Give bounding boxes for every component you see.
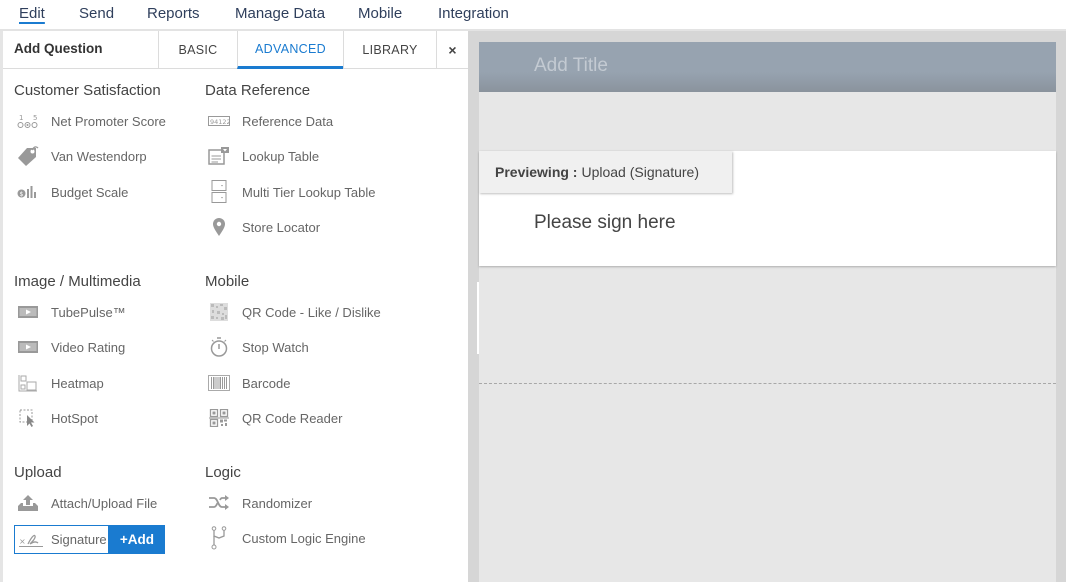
category-heading-image-multimedia: Image / Multimedia: [14, 273, 141, 290]
question-type-qr-code-like-dislike[interactable]: QR Code - Like / Dislike: [208, 299, 381, 325]
nav-reports[interactable]: Reports: [147, 5, 200, 22]
question-type-reference-data[interactable]: 94122 Reference Data: [208, 108, 333, 134]
logic-branch-icon: [208, 526, 230, 550]
shuffle-icon: [208, 493, 230, 513]
question-type-label: Randomizer: [242, 495, 313, 511]
svg-text:×: ×: [19, 537, 26, 546]
question-type-label: Multi Tier Lookup Table: [242, 184, 376, 200]
question-type-label: Stop Watch: [242, 339, 309, 355]
nav-integration[interactable]: Integration: [438, 5, 509, 22]
question-type-van-westendorp[interactable]: Van Westendorp: [17, 143, 147, 169]
close-panel-button[interactable]: ×: [436, 31, 468, 69]
svg-text:1: 1: [19, 114, 23, 122]
top-navigation: Edit Send Reports Manage Data Mobile Int…: [0, 0, 1066, 31]
question-type-label: Van Westendorp: [51, 148, 147, 164]
question-type-hotspot[interactable]: HotSpot: [17, 405, 98, 431]
previewing-badge: Previewing : Upload (Signature): [479, 151, 732, 193]
category-heading-mobile: Mobile: [205, 273, 250, 290]
question-type-net-promoter-score[interactable]: 15 Net Promoter Score: [17, 108, 166, 134]
question-type-stop-watch[interactable]: Stop Watch: [208, 334, 309, 360]
question-type-label: HotSpot: [51, 410, 98, 426]
question-type-label: QR Code - Like / Dislike: [242, 304, 381, 320]
question-type-barcode[interactable]: Barcode: [208, 370, 290, 396]
category-heading-data-reference: Data Reference: [205, 82, 311, 99]
map-pin-icon: [208, 217, 230, 237]
survey-title-placeholder[interactable]: Add Title: [534, 55, 608, 77]
hotspot-icon: [17, 408, 39, 428]
reference-data-icon: 94122: [208, 111, 230, 131]
question-type-tubepulse[interactable]: TubePulse™: [17, 299, 126, 325]
survey-preview-area: Add Title Previewing : Upload (Signature…: [468, 31, 1066, 582]
nav-edit[interactable]: Edit: [19, 5, 45, 22]
question-type-label: Signature: [51, 532, 107, 547]
question-type-randomizer[interactable]: Randomizer: [208, 490, 312, 516]
question-type-label: QR Code Reader: [242, 410, 343, 426]
question-type-label: Net Promoter Score: [51, 113, 166, 129]
svg-text:$: $: [20, 191, 24, 198]
question-type-signature[interactable]: × Signature: [14, 525, 109, 554]
panel-tabbar: Add Question BASIC ADVANCED LIBRARY ×: [3, 31, 468, 69]
question-preview-card[interactable]: Previewing : Upload (Signature) Please s…: [479, 151, 1056, 266]
barcode-icon: [208, 373, 230, 393]
previewing-label: Previewing :: [495, 164, 578, 180]
tab-advanced[interactable]: ADVANCED: [237, 31, 343, 69]
question-type-qr-code-reader[interactable]: QR Code Reader: [208, 405, 342, 431]
question-type-custom-logic-engine[interactable]: Custom Logic Engine: [208, 525, 366, 551]
question-type-label: Video Rating: [51, 339, 126, 355]
category-heading-logic: Logic: [205, 464, 241, 481]
panel-title: Add Question: [14, 41, 103, 56]
question-type-label: Reference Data: [242, 113, 334, 129]
previewing-value: Upload (Signature): [581, 164, 699, 180]
nav-mobile[interactable]: Mobile: [358, 5, 402, 22]
budget-scale-icon: $: [17, 182, 39, 202]
survey-title-bar[interactable]: Add Title: [479, 42, 1056, 92]
question-type-label: Barcode: [242, 375, 291, 391]
question-type-budget-scale[interactable]: $ Budget Scale: [17, 179, 128, 205]
question-type-label: Custom Logic Engine: [242, 530, 366, 546]
video-icon: [17, 302, 39, 322]
question-type-label: TubePulse™: [51, 304, 126, 320]
question-type-label: Lookup Table: [242, 148, 320, 164]
video-icon: [17, 337, 39, 357]
category-heading-customer-satisfaction: Customer Satisfaction: [14, 82, 161, 99]
question-type-video-rating[interactable]: Video Rating: [17, 334, 125, 360]
drag-indicator: [477, 282, 479, 354]
category-heading-upload: Upload: [14, 464, 62, 481]
question-type-label: Attach/Upload File: [51, 495, 158, 511]
question-type-heatmap[interactable]: Heatmap: [17, 370, 104, 396]
nav-send[interactable]: Send: [79, 5, 114, 22]
upload-icon: [17, 493, 39, 513]
qr-code-icon: [208, 302, 230, 322]
heatmap-icon: [17, 373, 39, 393]
close-icon: ×: [448, 42, 457, 58]
nps-icon: 15: [17, 111, 39, 131]
tab-basic[interactable]: BASIC: [158, 31, 237, 69]
qr-reader-icon: [208, 408, 230, 428]
question-type-label: Heatmap: [51, 375, 104, 391]
price-tag-icon: [17, 146, 39, 166]
lookup-table-icon: [208, 146, 230, 166]
question-type-store-locator[interactable]: Store Locator: [208, 214, 320, 240]
question-type-attach-upload-file[interactable]: Attach/Upload File: [17, 490, 157, 516]
svg-text:94122: 94122: [210, 118, 230, 126]
add-question-panel: Add Question BASIC ADVANCED LIBRARY × Cu…: [0, 31, 468, 582]
tab-library[interactable]: LIBRARY: [343, 31, 436, 69]
question-type-multi-tier-lookup-table[interactable]: Multi Tier Lookup Table: [208, 179, 375, 205]
question-type-lookup-table[interactable]: Lookup Table: [208, 143, 319, 169]
svg-text:5: 5: [33, 114, 37, 122]
multi-tier-lookup-icon: [208, 180, 230, 203]
stopwatch-icon: [208, 337, 230, 357]
add-question-button[interactable]: +Add: [109, 525, 165, 554]
question-text: Please sign here: [534, 212, 676, 233]
question-type-label: Budget Scale: [51, 184, 129, 200]
nav-manage-data[interactable]: Manage Data: [235, 5, 325, 22]
signature-icon: ×: [19, 532, 43, 548]
survey-canvas: Add Title Previewing : Upload (Signature…: [477, 42, 1056, 582]
question-type-label: Store Locator: [242, 219, 321, 235]
drop-zone-divider: [479, 383, 1056, 384]
